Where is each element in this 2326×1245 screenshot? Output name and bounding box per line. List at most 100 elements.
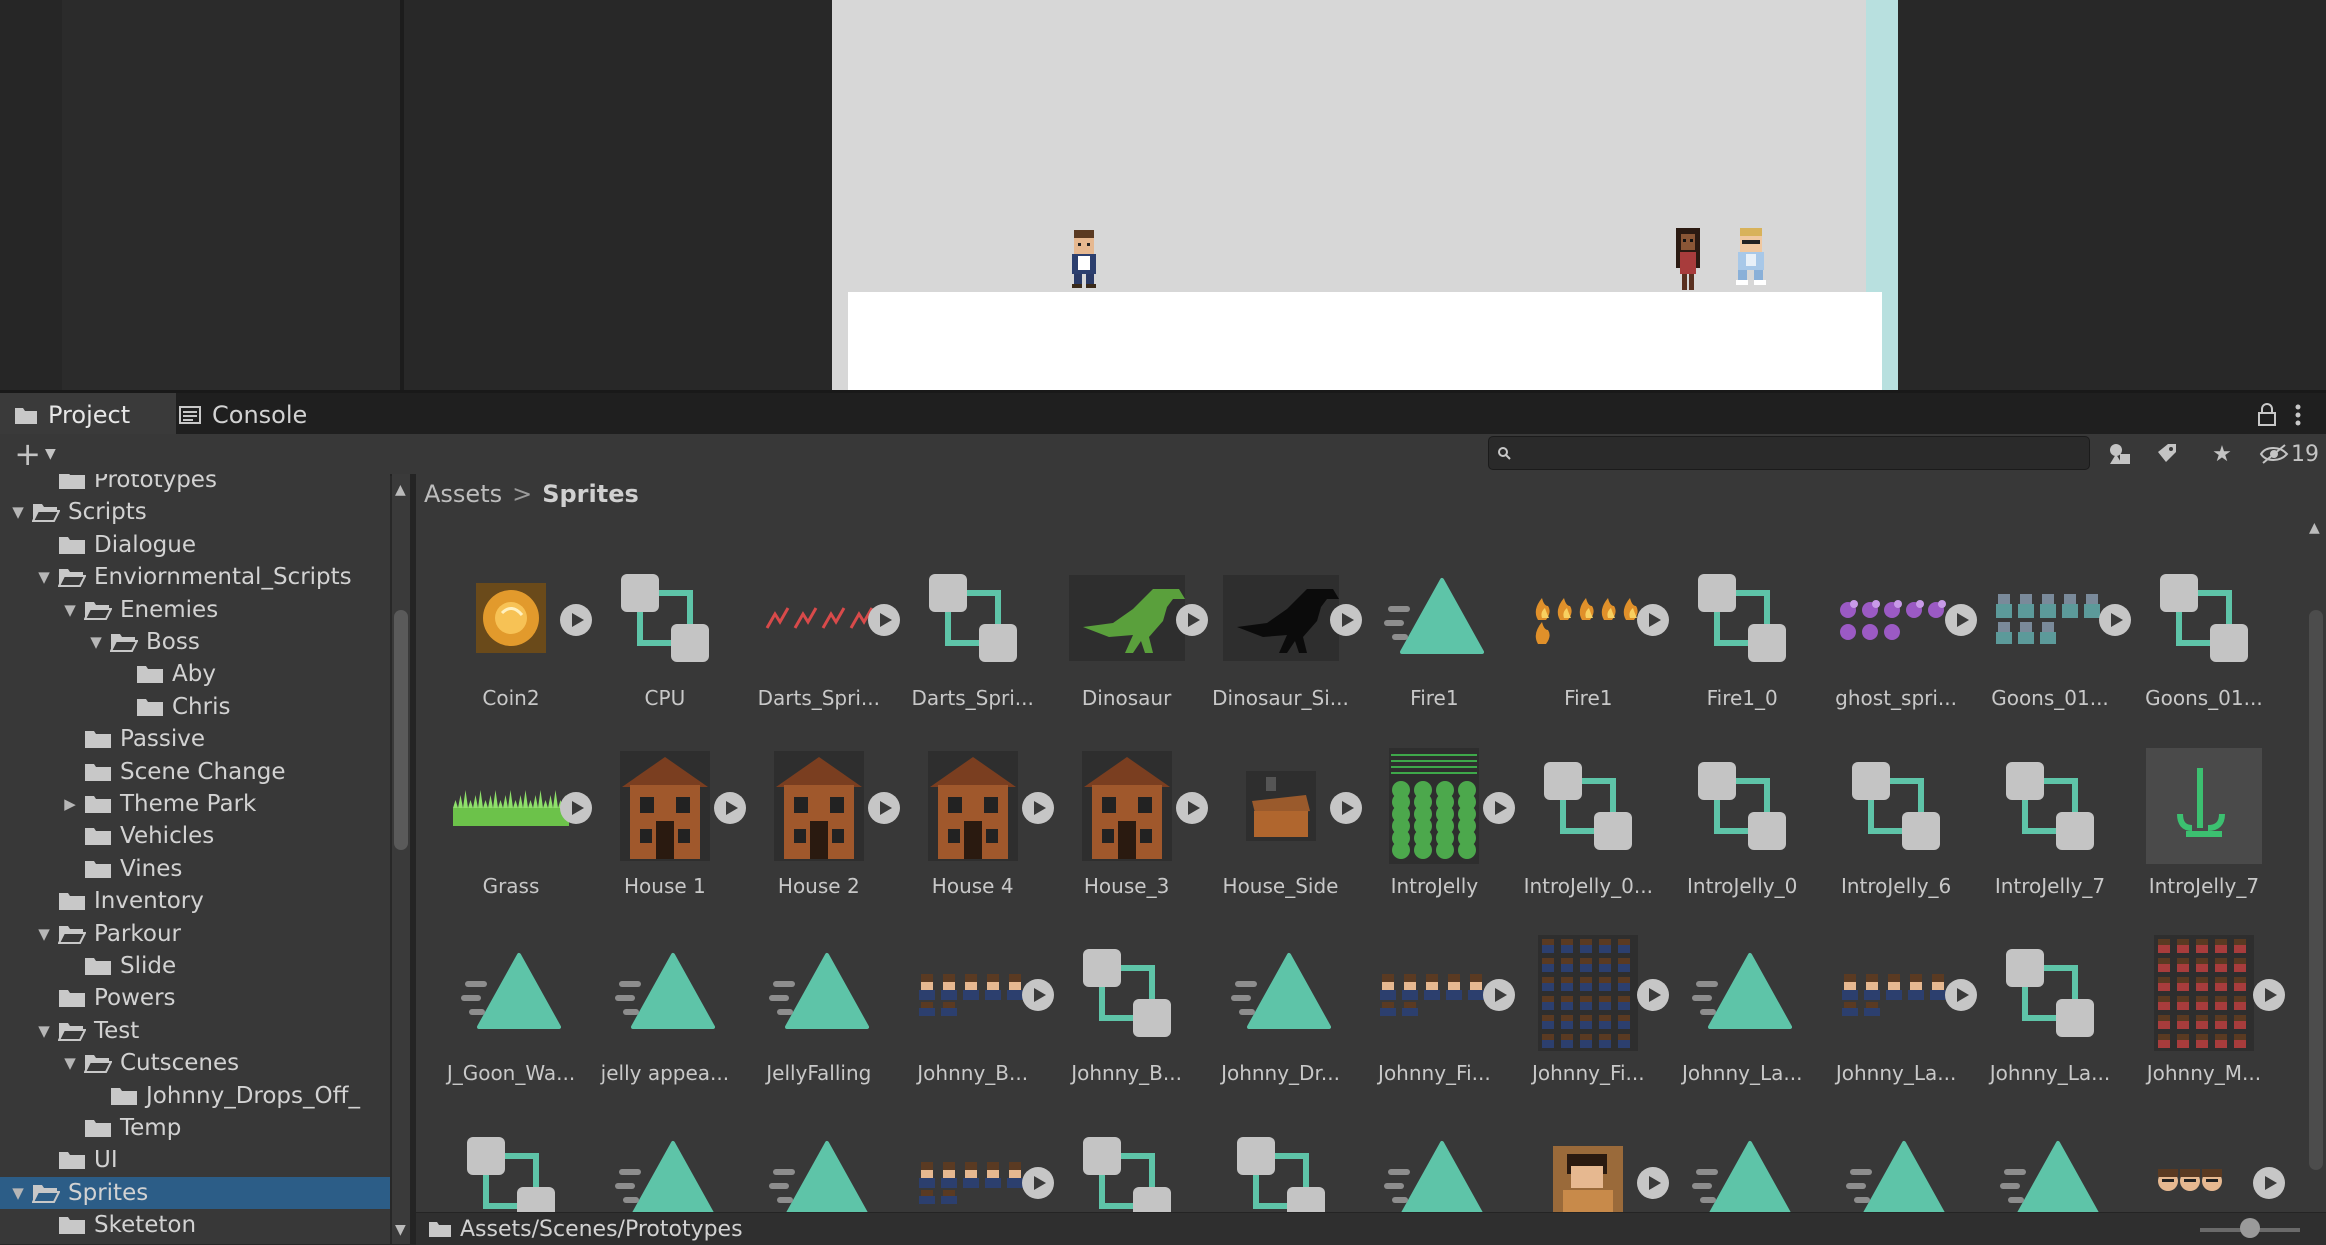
folder-tree-item[interactable]: Slide — [0, 950, 390, 982]
expand-play-icon[interactable] — [2099, 604, 2131, 636]
npc-man-sprite[interactable] — [1730, 226, 1772, 288]
expand-play-icon[interactable] — [1483, 791, 1516, 824]
folder-tree-item[interactable]: ▼ Cutscenes — [0, 1047, 390, 1079]
asset-item[interactable]: Darts_Spri... — [744, 546, 900, 726]
asset-item[interactable]: J_Goon_Wa... — [436, 921, 586, 1101]
asset-item[interactable]: Johnny_La... — [1975, 921, 2125, 1101]
filter-by-label-button[interactable] — [2152, 438, 2184, 470]
expand-play-icon[interactable] — [1175, 604, 1208, 636]
asset-item[interactable]: Johnny_Fi... — [1359, 921, 1516, 1101]
search-input[interactable] — [1488, 436, 2090, 470]
folder-tree-item[interactable]: UI — [0, 1144, 390, 1176]
folder-tree-item[interactable]: Inventory — [0, 885, 390, 917]
folder-tree-item[interactable]: Johnny_Drops_Off_ — [0, 1080, 390, 1112]
folder-tree-item[interactable]: ▼ Enemies — [0, 594, 390, 626]
asset-item[interactable]: House_3 — [1052, 734, 1208, 914]
asset-item[interactable]: Goons_01... — [2129, 546, 2279, 726]
asset-item[interactable]: Fire1_0 — [1667, 546, 1817, 726]
asset-item[interactable]: Grass — [436, 734, 592, 914]
expand-arrow-icon[interactable]: ▼ — [88, 633, 104, 651]
expand-play-icon[interactable] — [1329, 791, 1362, 824]
asset-item[interactable]: Goons_01... — [1975, 546, 2131, 726]
folder-tree-item[interactable]: ▼ Test — [0, 1015, 390, 1047]
expand-arrow-icon[interactable]: ▼ — [10, 1184, 26, 1202]
asset-grid[interactable]: Coin2 CPU Darts_Spri... Darts_Spri... Dinosa… — [416, 474, 2326, 1244]
folder-tree-item[interactable]: Powers — [0, 982, 390, 1014]
expand-play-icon[interactable] — [867, 791, 900, 824]
expand-play-icon[interactable] — [560, 604, 592, 636]
filter-by-type-button[interactable] — [2104, 438, 2136, 470]
asset-item[interactable]: jelly appea... — [590, 921, 740, 1101]
expand-play-icon[interactable] — [2252, 979, 2285, 1011]
asset-item[interactable]: Coin2 — [436, 546, 592, 726]
asset-item[interactable]: IntroJelly_7 — [2129, 734, 2279, 914]
npc-woman-sprite[interactable] — [1668, 226, 1708, 294]
asset-item[interactable]: Darts_Spri... — [898, 546, 1048, 726]
folder-tree-item[interactable]: ▼ Parkour — [0, 918, 390, 950]
zoom-slider-handle[interactable] — [2240, 1218, 2260, 1238]
asset-item[interactable]: IntroJelly_0... — [1513, 734, 1663, 914]
asset-item[interactable]: Fire1 — [1513, 546, 1670, 726]
collapse-arrow-icon[interactable]: ▶ — [62, 795, 78, 813]
expand-play-icon[interactable] — [1637, 979, 1670, 1011]
breadcrumb-root[interactable]: Assets — [424, 480, 502, 508]
expand-arrow-icon[interactable]: ▼ — [62, 1054, 78, 1072]
asset-item[interactable]: Johnny_La... — [1667, 921, 1817, 1101]
asset-item[interactable]: Fire1 — [1359, 546, 1509, 726]
folder-tree-item[interactable]: ▼ Boss — [0, 626, 390, 658]
expand-play-icon[interactable] — [1483, 979, 1516, 1011]
expand-play-icon[interactable] — [713, 791, 746, 824]
expand-play-icon[interactable] — [2252, 1166, 2285, 1199]
asset-item[interactable]: House 4 — [898, 734, 1054, 914]
favorites-button[interactable]: ★ — [2206, 438, 2238, 470]
more-options-icon[interactable] — [2292, 403, 2304, 427]
folder-tree-item[interactable]: Sketeton — [0, 1209, 390, 1241]
folder-tree-item[interactable]: ▼ Sprites — [0, 1176, 390, 1209]
expand-play-icon[interactable] — [1175, 791, 1208, 824]
expand-play-icon[interactable] — [1637, 604, 1670, 636]
expand-play-icon[interactable] — [1945, 604, 1978, 636]
asset-item[interactable]: CPU — [590, 546, 740, 726]
grid-scroll-thumb[interactable] — [2309, 610, 2323, 1170]
expand-play-icon[interactable] — [1021, 791, 1054, 824]
expand-play-icon[interactable] — [560, 791, 592, 824]
asset-item[interactable]: Johnny_B... — [898, 921, 1054, 1101]
expand-arrow-icon[interactable]: ▼ — [36, 568, 52, 586]
tab-console[interactable]: Console — [164, 393, 352, 437]
asset-item[interactable]: JellyFalling — [744, 921, 894, 1101]
folder-tree-item[interactable]: Temp — [0, 1112, 390, 1144]
hidden-packages-toggle[interactable]: 19 — [2256, 438, 2322, 470]
folder-tree-item[interactable]: Prototypes — [0, 474, 390, 496]
asset-item[interactable]: IntroJelly_6 — [1821, 734, 1971, 914]
asset-item[interactable]: Dinosaur_Si... — [1206, 546, 1362, 726]
expand-arrow-icon[interactable]: ▼ — [36, 1022, 52, 1040]
expand-play-icon[interactable] — [1637, 1166, 1670, 1199]
expand-play-icon[interactable] — [1021, 979, 1054, 1011]
scene-view[interactable] — [0, 0, 2326, 390]
add-asset-button[interactable]: + ▼ — [10, 438, 60, 470]
folder-tree-item[interactable]: Dialogue — [0, 529, 390, 561]
asset-item[interactable]: Johnny_Dr... — [1206, 921, 1356, 1101]
folder-tree-item[interactable]: Chris — [0, 691, 390, 723]
expand-play-icon[interactable] — [1945, 979, 1978, 1011]
asset-item[interactable]: Johnny_Fi... — [1513, 921, 1670, 1101]
asset-item[interactable]: Dinosaur — [1052, 546, 1208, 726]
folder-tree-item[interactable]: Vines — [0, 853, 390, 885]
folder-tree-item[interactable]: ▶ Theme Park — [0, 788, 390, 820]
folder-tree-item[interactable]: ▼ Scripts — [0, 496, 390, 528]
asset-item[interactable]: Johnny_La... — [1821, 921, 1978, 1101]
expand-play-icon[interactable] — [1021, 1166, 1054, 1199]
asset-item[interactable]: IntroJelly_0 — [1667, 734, 1817, 914]
asset-item[interactable]: House_Side — [1206, 734, 1362, 914]
folder-tree-item[interactable]: Aby — [0, 658, 390, 690]
expand-arrow-icon[interactable]: ▼ — [62, 601, 78, 619]
tab-project[interactable]: Project — [0, 393, 176, 437]
asset-item[interactable]: House 2 — [744, 734, 900, 914]
asset-item[interactable]: ghost_spri... — [1821, 546, 1978, 726]
scroll-down-arrow-icon[interactable]: ▼ — [395, 1222, 406, 1238]
breadcrumb-current[interactable]: Sprites — [542, 480, 639, 508]
panel-splitter[interactable] — [400, 0, 404, 390]
folder-tree[interactable]: Prototypes ▼ Scripts Dialogue ▼ Enviornmental… — [0, 474, 390, 1244]
folder-tree-item[interactable]: ▼ Enviornmental_Scripts — [0, 561, 390, 593]
asset-item[interactable]: House 1 — [590, 734, 746, 914]
